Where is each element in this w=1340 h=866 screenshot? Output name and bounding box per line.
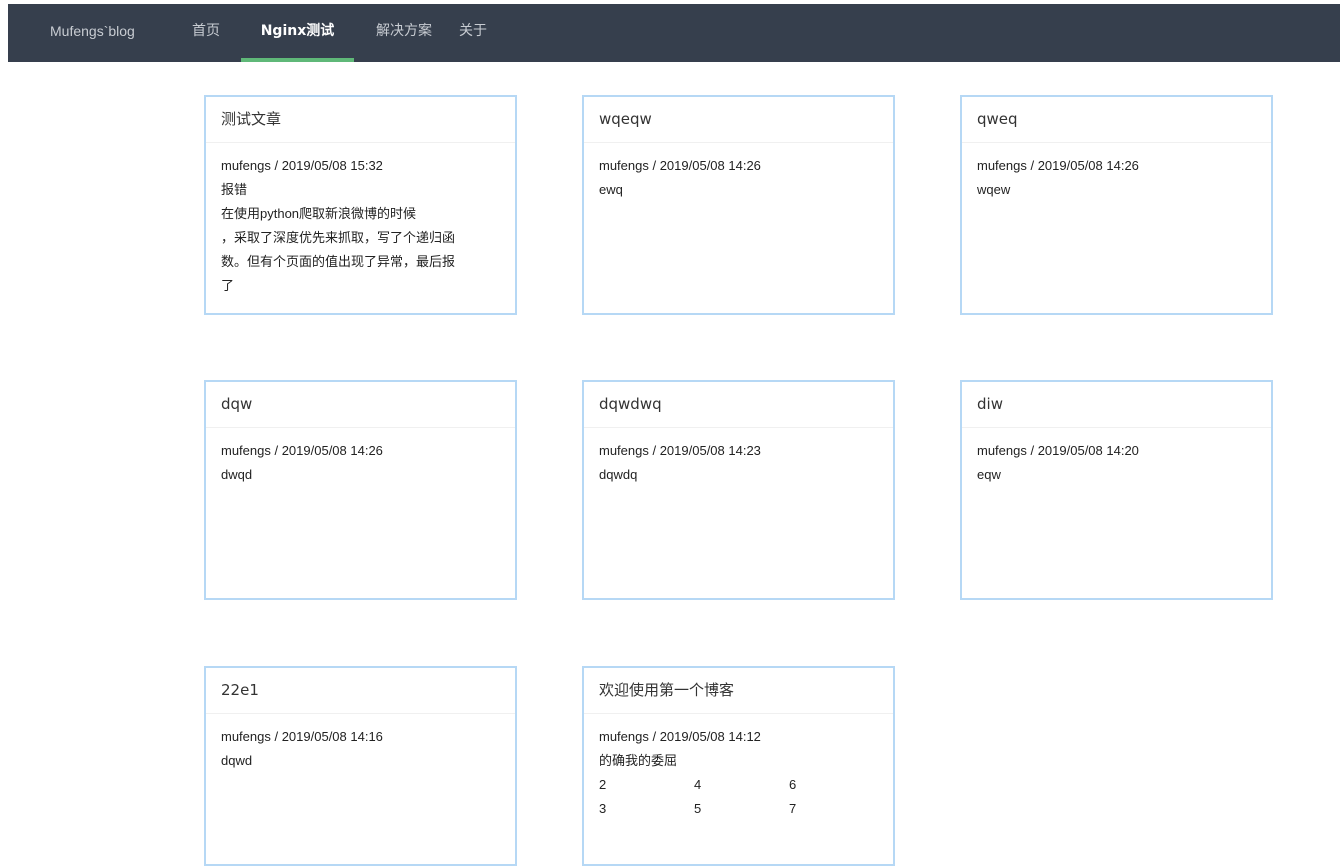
post-body: mufengs / 2019/05/08 14:12 的确我的委屈 2 4 6 … [584,714,893,821]
grid-cell: 4 [694,777,702,792]
post-excerpt-line: 在使用python爬取新浪微博的时候 [221,206,417,221]
grid-cell: 5 [694,801,702,816]
nav-link-solutions[interactable]: 解决方案 [370,4,438,62]
nav-link-nginx-test-label: Nginx测试 [260,23,335,39]
post-title[interactable]: diw [962,382,1271,428]
post-card[interactable]: 22e1 mufengs / 2019/05/08 14:16 dqwd [204,666,517,866]
post-card[interactable]: dqw mufengs / 2019/05/08 14:26 dwqd [204,380,517,600]
top-navbar: Mufengs`blog 首页 Nginx测试 解决方案 关于 [8,4,1340,62]
post-title[interactable]: 22e1 [206,668,515,714]
post-body: mufengs / 2019/05/08 14:26 wqew [962,143,1271,202]
post-body: mufengs / 2019/05/08 14:26 dwqd [206,428,515,487]
post-card[interactable]: dqwdwq mufengs / 2019/05/08 14:23 dqwdq [582,380,895,600]
post-title[interactable]: dqw [206,382,515,428]
active-tab-indicator [241,58,354,62]
number-grid: 2 4 6 3 5 7 [599,773,878,821]
post-body: mufengs / 2019/05/08 15:32 报错 在使用python爬… [206,143,515,298]
post-title[interactable]: wqeqw [584,97,893,143]
post-excerpt-line: 数。但有个页面的值出现了异常，最后报 [221,254,456,269]
post-card[interactable]: 测试文章 mufengs / 2019/05/08 15:32 报错 在使用py… [204,95,517,315]
post-title[interactable]: dqwdwq [584,382,893,428]
post-excerpt-line: 的确我的委屈 [599,753,678,768]
post-meta: mufengs / 2019/05/08 14:20 [977,443,1139,458]
post-card[interactable]: 欢迎使用第一个博客 mufengs / 2019/05/08 14:12 的确我… [582,666,895,866]
post-card[interactable]: wqeqw mufengs / 2019/05/08 14:26 ewq [582,95,895,315]
post-excerpt-line: wqew [977,182,1011,197]
post-excerpt-line: dwqd [221,467,253,482]
post-meta: mufengs / 2019/05/08 14:12 [599,729,761,744]
post-excerpt-line: dqwdq [599,467,638,482]
post-meta: mufengs / 2019/05/08 14:26 [977,158,1139,173]
brand-logo[interactable]: Mufengs`blog [50,4,135,62]
post-excerpt-line: eqw [977,467,1001,482]
nav-link-about[interactable]: 关于 [453,4,493,62]
grid-cell: 2 [599,777,607,792]
post-title[interactable]: 欢迎使用第一个博客 [584,668,893,714]
post-title[interactable]: 测试文章 [206,97,515,143]
post-excerpt-line: dqwd [221,753,253,768]
post-excerpt-line: ewq [599,182,623,197]
grid-cell: 7 [789,801,797,816]
post-meta: mufengs / 2019/05/08 14:26 [221,443,383,458]
post-body: mufengs / 2019/05/08 14:23 dqwdq [584,428,893,487]
post-body: mufengs / 2019/05/08 14:16 dqwd [206,714,515,773]
post-body: mufengs / 2019/05/08 14:20 eqw [962,428,1271,487]
post-meta: mufengs / 2019/05/08 14:16 [221,729,383,744]
post-meta: mufengs / 2019/05/08 14:23 [599,443,761,458]
post-meta: mufengs / 2019/05/08 14:26 [599,158,761,173]
post-card[interactable]: diw mufengs / 2019/05/08 14:20 eqw [960,380,1273,600]
post-excerpt-line: 了 [221,278,235,293]
grid-cell: 3 [599,801,607,816]
grid-cell: 6 [789,777,797,792]
post-meta: mufengs / 2019/05/08 15:32 [221,158,383,173]
post-excerpt-line: ，采取了深度优先来抓取，写了个递归函 [221,230,456,245]
nav-link-home[interactable]: 首页 [186,4,226,62]
post-excerpt-line: 报错 [221,182,248,197]
nav-link-nginx-test[interactable]: Nginx测试 [241,4,354,62]
post-card[interactable]: qweq mufengs / 2019/05/08 14:26 wqew [960,95,1273,315]
post-body: mufengs / 2019/05/08 14:26 ewq [584,143,893,202]
post-title[interactable]: qweq [962,97,1271,143]
